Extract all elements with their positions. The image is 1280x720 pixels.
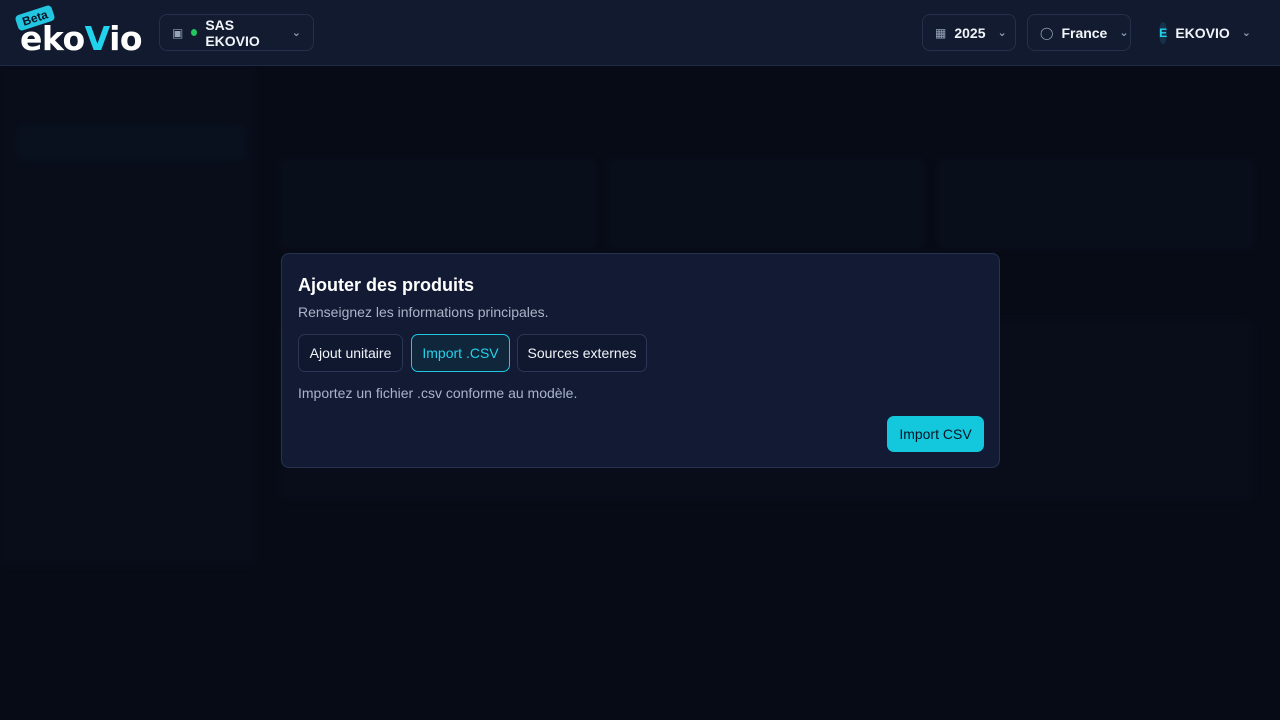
country-selector[interactable]: ◯ France ⌄ [1027,14,1131,51]
avatar: E [1159,21,1168,44]
chevron-down-icon: ⌄ [997,27,1007,39]
add-products-modal: Ajouter des produits Renseignez les info… [281,253,1000,468]
country-value: France [1061,24,1108,41]
modal-title: Ajouter des produits [298,275,475,295]
building-icon: ▣ [172,25,184,40]
globe-icon: ◯ [1040,25,1054,40]
status-dot [191,29,198,36]
company-name: SAS EKOVIO [205,16,260,49]
tab-sources-externes[interactable]: Sources externes [517,334,647,372]
import-description: Importez un fichier .csv conforme au mod… [298,385,578,401]
company-selector[interactable]: ▣ SAS EKOVIO ⌄ [159,14,314,51]
user-name: EKOVIO [1175,24,1230,41]
top-bar: ekoVio Beta ▣ SAS EKOVIO ⌄ ▦ 2025 ⌄ ◯ Fr… [0,0,1280,66]
calendar-icon: ▦ [935,25,947,40]
import-csv-button[interactable]: Import CSV [887,416,984,452]
tab-ajout-unitaire[interactable]: Ajout unitaire [298,334,403,372]
user-menu[interactable]: E EKOVIO ⌄ [1146,14,1264,51]
tab-import-csv[interactable]: Import .CSV [411,334,510,372]
year-selector[interactable]: ▦ 2025 ⌄ [922,14,1016,51]
modal-subtitle: Renseignez les informations principales. [298,304,549,320]
chevron-down-icon: ⌄ [1119,27,1129,39]
ekovio-logo[interactable]: ekoVio Beta [14,4,148,58]
chevron-down-icon: ⌄ [291,27,301,39]
year-value: 2025 [954,24,986,41]
chevron-down-icon: ⌄ [1241,27,1251,39]
